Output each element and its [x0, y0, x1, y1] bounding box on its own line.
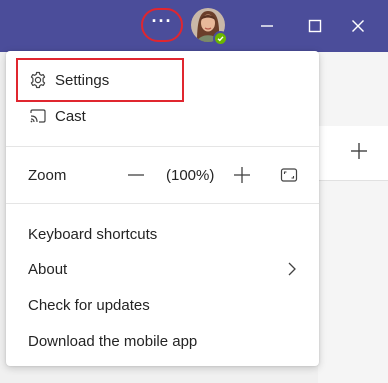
- minimize-icon: [261, 25, 273, 27]
- close-button[interactable]: [344, 12, 372, 40]
- menu-divider: [6, 203, 319, 204]
- zoom-label: Zoom: [28, 167, 67, 184]
- menu-item-check-updates[interactable]: Check for updates: [6, 288, 319, 322]
- menu-divider: [6, 146, 319, 147]
- more-options-menu: Settings Cast Zoom (100%) Keyboard short…: [6, 51, 319, 366]
- check-updates-label: Check for updates: [28, 296, 150, 314]
- status-available-icon: [213, 31, 228, 46]
- menu-item-cast[interactable]: Cast: [6, 99, 319, 133]
- zoom-fit-icon[interactable]: [280, 166, 298, 184]
- maximize-button[interactable]: [301, 12, 329, 40]
- chevron-right-icon: [286, 261, 298, 277]
- about-label: About: [28, 260, 68, 278]
- background-pane: [318, 52, 388, 383]
- keyboard-shortcuts-label: Keyboard shortcuts: [28, 225, 158, 243]
- zoom-value: (100%): [166, 167, 215, 184]
- more-options-label: ···: [151, 11, 173, 31]
- title-bar: ···: [0, 0, 388, 52]
- menu-item-about[interactable]: About: [6, 252, 319, 286]
- add-icon[interactable]: [348, 140, 370, 162]
- cast-label: Cast: [55, 107, 86, 125]
- cast-icon: [29, 107, 47, 125]
- zoom-row: Zoom (100%): [6, 158, 319, 192]
- more-options-button[interactable]: ···: [141, 8, 183, 42]
- menu-item-keyboard-shortcuts[interactable]: Keyboard shortcuts: [6, 217, 319, 251]
- download-mobile-label: Download the mobile app: [28, 332, 198, 350]
- minimize-button[interactable]: [253, 12, 281, 40]
- zoom-out-icon[interactable]: [126, 167, 146, 183]
- zoom-in-icon[interactable]: [232, 165, 252, 185]
- maximize-icon: [308, 19, 322, 33]
- close-icon: [352, 20, 364, 32]
- menu-item-download-mobile[interactable]: Download the mobile app: [6, 324, 319, 358]
- settings-highlight-box: [16, 58, 184, 102]
